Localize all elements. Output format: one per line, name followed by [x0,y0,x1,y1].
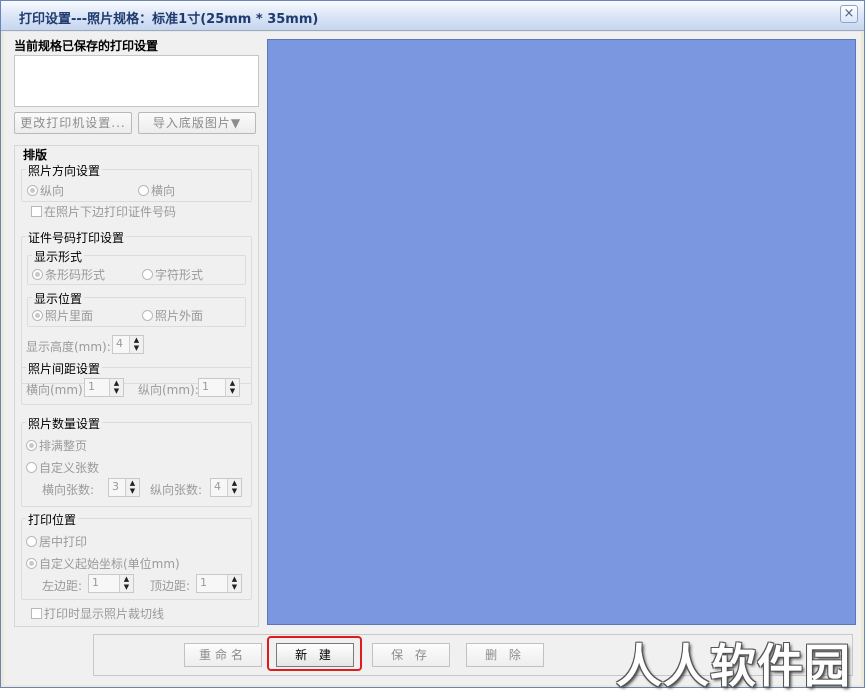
barcode-label: 条形码形式 [45,268,106,282]
id-print-group-title: 证件号码打印设置 [26,229,127,246]
print-settings-window: 打印设置---照片规格：标准1寸(25mm * 35mm) × 当前规格已保存的… [0,0,865,693]
spin-arrows-icon[interactable]: ▲ ▼ [225,379,239,396]
layout-panel: 排版 照片方向设置 纵向 横向 在照片下边打印证件号码 证件号码打印设置 显示形… [14,145,259,627]
fill-page-label: 排满整页 [39,439,88,453]
print-position-group-title: 打印位置 [26,511,79,528]
print-preview-area [267,39,856,625]
radio-selected-icon [26,558,37,569]
delete-button[interactable]: 删 除 [466,643,544,667]
checkbox-icon [31,206,42,217]
custom-count-radio[interactable]: 自定义张数 [26,459,99,476]
radio-icon [142,269,153,280]
outside-label: 照片外面 [155,309,204,323]
spacing-h-value: 1 [88,380,95,393]
count-group-title: 照片数量设置 [26,415,103,432]
display-form-group: 显示形式 条形码形式 字符形式 [27,248,246,285]
count-h-label: 横向张数: [42,483,95,497]
height-stepper[interactable]: 4 ▲ ▼ [112,335,144,354]
barcode-radio[interactable]: 条形码形式 [32,266,105,283]
count-v-label: 纵向张数: [150,483,203,497]
spin-arrows-icon[interactable]: ▲ ▼ [227,575,241,592]
height-label: 显示高度(mm): [26,340,111,354]
orientation-group: 照片方向设置 纵向 横向 [21,162,252,202]
radio-selected-icon [32,310,43,321]
height-value: 4 [116,337,123,350]
window-title: 打印设置---照片规格：标准1寸(25mm * 35mm) [19,12,319,27]
print-id-under-photo-label: 在照片下边打印证件号码 [44,205,177,219]
radio-icon [138,185,149,196]
radio-selected-icon [32,269,43,280]
spin-arrows-icon[interactable]: ▲ ▼ [129,336,143,353]
title-bar: 打印设置---照片规格：标准1寸(25mm * 35mm) × [1,1,864,31]
custom-count-label: 自定义张数 [39,461,100,475]
count-v-value: 4 [214,480,221,493]
fill-page-radio[interactable]: 排满整页 [26,437,87,454]
landscape-label: 横向 [151,184,176,198]
radio-selected-icon [27,185,38,196]
text-form-radio[interactable]: 字符形式 [142,266,203,283]
spin-arrows-icon[interactable]: ▲ ▼ [109,379,123,396]
checkbox-icon [31,608,42,619]
print-position-group: 打印位置 居中打印 自定义起始坐标(单位mm) 左边距: 1 ▲ ▼ 顶边距: 1… [21,511,252,600]
radio-icon [142,310,153,321]
spacing-h-stepper[interactable]: 1 ▲ ▼ [84,378,124,397]
watermark-text: 人人软件园 [616,639,851,693]
spin-arrows-icon[interactable]: ▲ ▼ [119,575,133,592]
count-h-stepper[interactable]: 3 ▲ ▼ [108,478,140,497]
spacing-group: 照片间距设置 横向(mm): 1 ▲ ▼ 纵向(mm): 1 ▲ ▼ [21,360,252,405]
saved-settings-label: 当前规格已保存的打印设置 [14,39,159,53]
orientation-group-title: 照片方向设置 [26,162,103,179]
text-form-label: 字符形式 [155,268,204,282]
count-group: 照片数量设置 排满整页 自定义张数 横向张数: 3 ▲ ▼ 纵向张数: 4 ▲ ▼ [21,415,252,507]
left-margin-value: 1 [92,576,99,589]
center-print-label: 居中打印 [39,535,88,549]
save-button[interactable]: 保 存 [372,643,450,667]
radio-icon [26,462,37,473]
inside-radio[interactable]: 照片里面 [32,307,93,324]
radio-icon [26,536,37,547]
custom-origin-radio[interactable]: 自定义起始坐标(单位mm) [26,555,180,572]
spacing-v-stepper[interactable]: 1 ▲ ▼ [198,378,240,397]
count-v-stepper[interactable]: 4 ▲ ▼ [210,478,242,497]
spacing-v-value: 1 [202,380,209,393]
show-cut-lines-checkbox[interactable]: 打印时显示照片裁切线 [31,605,164,622]
top-margin-value: 1 [200,576,207,589]
radio-selected-icon [26,440,37,451]
top-margin-label: 顶边距: [150,579,191,593]
rename-button[interactable]: 重命名 [184,643,262,667]
change-printer-button[interactable]: 更改打印机设置... [14,112,132,134]
center-print-radio[interactable]: 居中打印 [26,533,87,550]
count-h-value: 3 [112,480,119,493]
display-position-title: 显示位置 [32,290,85,307]
left-margin-stepper[interactable]: 1 ▲ ▼ [88,574,134,593]
spin-arrows-icon[interactable]: ▲ ▼ [125,479,139,496]
portrait-radio[interactable]: 纵向 [27,182,64,199]
inside-label: 照片里面 [45,309,94,323]
layout-title: 排版 [23,148,48,162]
show-cut-lines-label: 打印时显示照片裁切线 [44,607,165,621]
spacing-v-label: 纵向(mm): [138,383,199,397]
print-id-under-photo-checkbox[interactable]: 在照片下边打印证件号码 [31,203,176,220]
custom-origin-label: 自定义起始坐标(单位mm) [39,557,180,571]
outside-radio[interactable]: 照片外面 [142,307,203,324]
portrait-label: 纵向 [40,184,65,198]
saved-settings-list[interactable] [14,55,259,107]
close-icon[interactable]: × [840,5,858,23]
left-margin-label: 左边距: [42,579,83,593]
spin-arrows-icon[interactable]: ▲ ▼ [227,479,241,496]
display-form-title: 显示形式 [32,248,85,265]
spacing-h-label: 横向(mm): [26,383,87,397]
client-area: 当前规格已保存的打印设置 更改打印机设置... 导入底版图片▼ 排版 照片方向设… [4,32,861,693]
new-button-highlight [267,636,362,671]
display-position-group: 显示位置 照片里面 照片外面 [27,290,246,327]
top-margin-stepper[interactable]: 1 ▲ ▼ [196,574,242,593]
landscape-radio[interactable]: 横向 [138,182,175,199]
spacing-group-title: 照片间距设置 [26,360,103,377]
import-background-button[interactable]: 导入底版图片▼ [138,112,256,134]
